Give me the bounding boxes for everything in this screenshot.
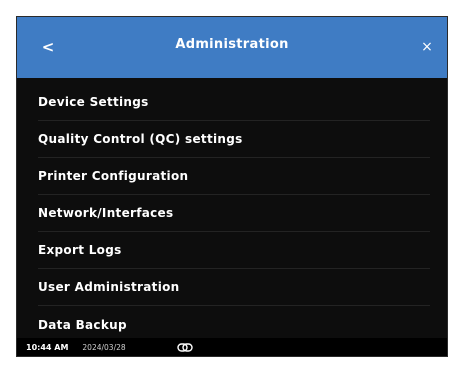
menu-item-network-interfaces[interactable]: Network/Interfaces (38, 195, 430, 232)
status-date: 2024/03/28 (82, 342, 126, 352)
admin-screen: < Administration × Device Settings Quali… (16, 16, 448, 357)
close-button[interactable]: × (415, 34, 439, 60)
status-bar: 10:44 AM 2024/03/28 (17, 338, 447, 356)
menu-item-export-logs[interactable]: Export Logs (38, 232, 430, 269)
admin-menu: Device Settings Quality Control (QC) set… (17, 78, 447, 343)
menu-item-device-settings[interactable]: Device Settings (38, 78, 430, 121)
menu-item-label: Export Logs (38, 243, 122, 257)
close-icon: × (421, 39, 433, 55)
header-bar: < Administration × (17, 17, 447, 78)
menu-item-printer-configuration[interactable]: Printer Configuration (38, 158, 430, 195)
status-time: 10:44 AM (26, 342, 69, 352)
link-icon (176, 342, 193, 352)
menu-item-label: Data Backup (38, 317, 127, 332)
menu-item-label: Printer Configuration (38, 169, 189, 183)
menu-item-label: Quality Control (QC) settings (38, 132, 243, 146)
menu-item-label: User Administration (38, 280, 180, 294)
menu-item-qc-settings[interactable]: Quality Control (QC) settings (38, 121, 430, 158)
page-title: Administration (175, 37, 289, 52)
menu-item-user-administration[interactable]: User Administration (38, 269, 430, 306)
menu-item-label: Network/Interfaces (38, 206, 174, 220)
menu-item-label: Device Settings (38, 95, 149, 109)
